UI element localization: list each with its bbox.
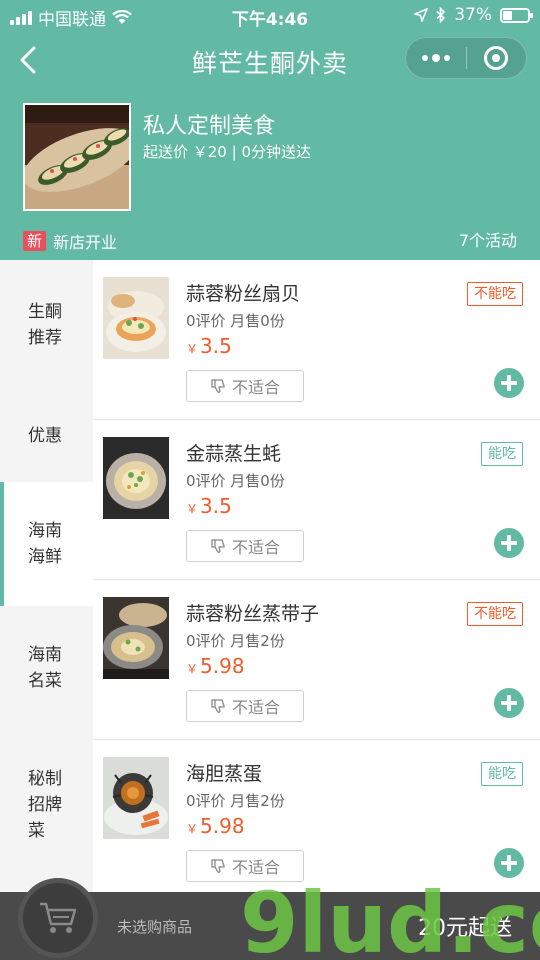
- diet-tag: 能吃: [481, 762, 523, 786]
- min-order-label: 20元起送: [418, 916, 512, 941]
- cart-bar: 未选购商品 20元起送: [0, 878, 540, 960]
- not-suitable-button[interactable]: 不适合: [186, 530, 304, 562]
- not-suitable-label: 不适合: [231, 858, 280, 877]
- more-menu-button[interactable]: [406, 38, 466, 78]
- add-to-cart-button[interactable]: [494, 368, 524, 398]
- shop-meta: 起送价 ￥20 | 0分钟送达: [143, 143, 311, 161]
- close-mini-program-button[interactable]: [467, 38, 526, 78]
- currency-symbol: ￥: [186, 342, 199, 356]
- promo-row: 新 新店开业: [23, 229, 117, 253]
- product-image: [103, 277, 169, 359]
- cart-status: 未选购商品: [117, 918, 193, 936]
- product-name: 金蒜蒸生蚝: [186, 443, 282, 465]
- sidebar-item-hainan-dishes[interactable]: 海南 名菜: [0, 606, 93, 730]
- add-to-cart-button[interactable]: [494, 528, 524, 558]
- battery-percent: 37%: [454, 5, 492, 25]
- thumbs-down-icon: [211, 859, 225, 873]
- product-stats: 0评价 月售0份: [186, 472, 285, 490]
- price-value: 5.98: [200, 814, 245, 838]
- status-right: 37%: [414, 5, 533, 25]
- product-item[interactable]: 金蒜蒸生蚝 0评价 月售0份 ￥ 3.5 能吃 不适合: [93, 420, 540, 580]
- not-suitable-label: 不适合: [231, 698, 280, 717]
- product-item[interactable]: 蒜蓉粉丝扇贝 0评价 月售0份 ￥ 3.5 不能吃 不适合: [93, 260, 540, 420]
- not-suitable-button[interactable]: 不适合: [186, 370, 304, 402]
- shop-header: 私人定制美食 起送价 ￥20 | 0分钟送达 新 新店开业 7个活动: [0, 88, 540, 260]
- add-to-cart-button[interactable]: [494, 688, 524, 718]
- battery-level: [503, 10, 512, 20]
- dot-icon: [432, 54, 440, 62]
- product-stats: 0评价 月售2份: [186, 632, 285, 650]
- sidebar-item-label: 海南 名菜: [28, 645, 62, 691]
- product-item[interactable]: 海胆蒸蛋 0评价 月售2份 ￥ 5.98 能吃 不适合: [93, 740, 540, 892]
- not-suitable-label: 不适合: [231, 378, 280, 397]
- product-price: ￥ 3.5: [186, 494, 232, 518]
- thumbs-down-icon: [211, 699, 225, 713]
- product-stats: 0评价 月售2份: [186, 792, 285, 810]
- product-name: 蒜蓉粉丝扇贝: [186, 283, 301, 305]
- product-image: [103, 757, 169, 839]
- product-name: 海胆蒸蛋: [186, 763, 263, 785]
- cart-button[interactable]: [18, 878, 98, 958]
- target-icon: [484, 46, 509, 70]
- shopping-cart-icon: [40, 902, 77, 933]
- diet-tag: 不能吃: [467, 282, 523, 306]
- thumbs-down-icon: [211, 539, 225, 553]
- mini-program-capsule: [405, 37, 527, 79]
- not-suitable-button[interactable]: 不适合: [186, 690, 304, 722]
- product-item[interactable]: 蒜蓉粉丝蒸带子 0评价 月售2份 ￥ 5.98 不能吃 不适合: [93, 580, 540, 740]
- nav-bar: 鲜芒生酮外卖: [0, 32, 540, 88]
- thumbs-down-icon: [211, 379, 225, 393]
- sidebar-item-label: 生酮 推荐: [28, 302, 62, 348]
- price-value: 3.5: [200, 334, 232, 358]
- product-price: ￥ 5.98: [186, 814, 245, 838]
- diet-tag: 能吃: [481, 442, 523, 466]
- add-to-cart-button[interactable]: [494, 848, 524, 878]
- currency-symbol: ￥: [186, 662, 199, 676]
- dot-icon: [422, 55, 428, 61]
- sidebar-item-discount[interactable]: 优惠: [0, 390, 93, 482]
- not-suitable-label: 不适合: [231, 538, 280, 557]
- shop-image: [23, 103, 131, 211]
- new-badge: 新: [23, 231, 47, 251]
- sidebar-item-signature[interactable]: 秘制 招牌 菜: [0, 730, 93, 880]
- product-stats: 0评价 月售0份: [186, 312, 285, 330]
- product-name: 蒜蓉粉丝蒸带子: [186, 603, 320, 625]
- sidebar-item-keto-recommend[interactable]: 生酮 推荐: [0, 260, 93, 390]
- product-list: 蒜蓉粉丝扇贝 0评价 月售0份 ￥ 3.5 不能吃 不适合 金蒜蒸生蚝 0评价 月…: [93, 260, 540, 892]
- shop-food-photo: [25, 105, 129, 209]
- sidebar-item-hainan-seafood[interactable]: 海南 海鲜: [0, 482, 93, 606]
- product-price: ￥ 5.98: [186, 654, 245, 678]
- location-arrow-icon: [414, 8, 429, 22]
- battery-icon: [500, 7, 533, 23]
- currency-symbol: ￥: [186, 822, 199, 836]
- bluetooth-icon: [436, 7, 446, 23]
- diet-tag: 不能吃: [467, 602, 523, 626]
- shop-name: 私人定制美食: [143, 114, 276, 139]
- category-sidebar: 生酮 推荐 优惠 海南 海鲜 海南 名菜 秘制 招牌 菜: [0, 260, 93, 892]
- sidebar-item-label: 秘制 招牌 菜: [28, 769, 62, 841]
- price-value: 5.98: [200, 654, 245, 678]
- promo-text: 新店开业: [53, 233, 118, 252]
- product-image: [103, 597, 169, 679]
- currency-symbol: ￥: [186, 502, 199, 516]
- status-bar: 中国联通 下午4:46 37%: [0, 0, 540, 32]
- product-price: ￥ 3.5: [186, 334, 232, 358]
- activity-count-link[interactable]: 7个活动: [459, 227, 517, 251]
- dot-icon: [444, 55, 450, 61]
- sidebar-item-label: 优惠: [28, 426, 62, 446]
- sidebar-item-label: 海南 海鲜: [28, 521, 62, 567]
- price-value: 3.5: [200, 494, 232, 518]
- product-image: [103, 437, 169, 519]
- not-suitable-button[interactable]: 不适合: [186, 850, 304, 882]
